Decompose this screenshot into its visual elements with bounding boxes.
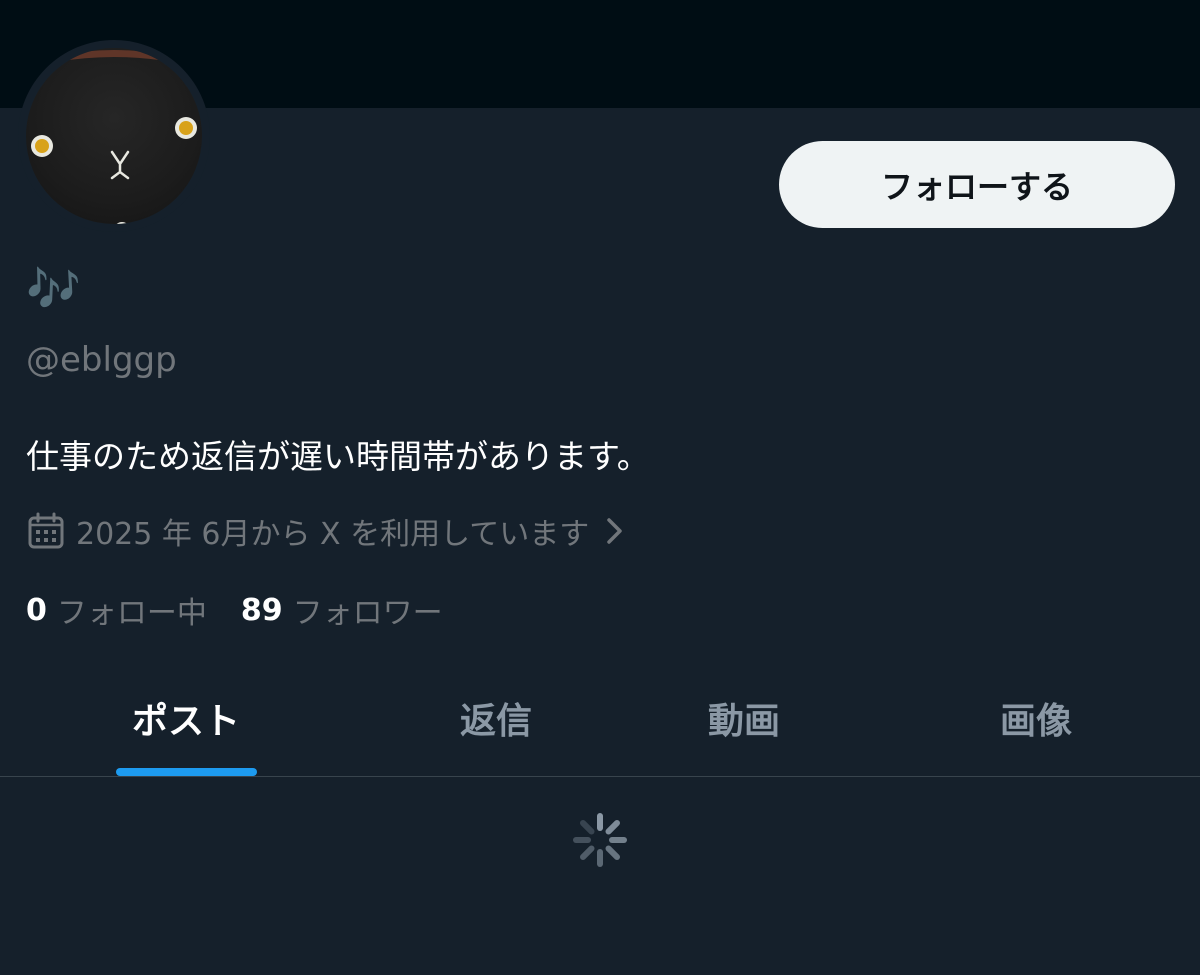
follow-button[interactable]: フォローする: [779, 141, 1175, 228]
chevron-right-icon: [601, 516, 627, 546]
tab-images[interactable]: 画像: [886, 660, 1186, 776]
followers-label: フォロワー: [292, 596, 443, 631]
follow-stats: 0 フォロー中 89 フォロワー: [26, 588, 443, 632]
loading-spinner-icon: [570, 810, 630, 870]
tabs-divider: [0, 776, 1200, 777]
joined-date-link[interactable]: 2025 年 6月から X を利用しています: [26, 508, 627, 554]
tab-posts[interactable]: ポスト: [36, 660, 336, 776]
followers-count: 89: [240, 592, 283, 628]
tab-videos[interactable]: 動画: [594, 660, 894, 776]
display-name: 🎶: [26, 264, 81, 315]
profile-tabs: ポスト 返信 動画 画像: [0, 660, 1200, 776]
profile-bio: 仕事のため返信が遅い時間帯があります。: [26, 437, 650, 476]
avatar-face-graphic: [31, 50, 197, 224]
followers-stat[interactable]: 89 フォロワー: [241, 588, 443, 632]
joined-date-text: 2025 年 6月から X を利用しています: [76, 517, 590, 552]
following-label: フォロー中: [56, 596, 207, 631]
avatar[interactable]: [18, 40, 210, 232]
avatar-image: [26, 48, 202, 224]
calendar-icon: [26, 511, 66, 551]
username-handle: @eblggp: [26, 340, 177, 380]
active-tab-indicator: [116, 768, 257, 776]
following-count: 0: [26, 592, 47, 628]
following-stat[interactable]: 0 フォロー中: [26, 588, 207, 632]
